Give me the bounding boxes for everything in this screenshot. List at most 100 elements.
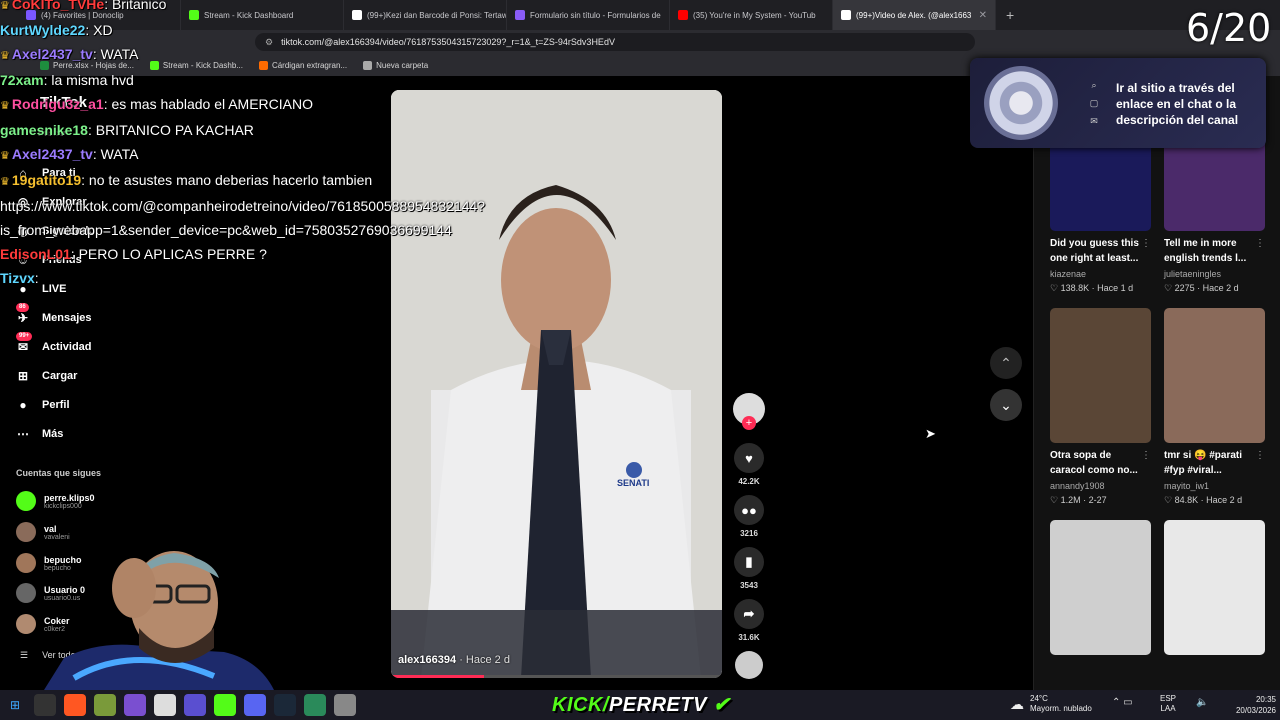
taskbar-app-icon[interactable] xyxy=(64,694,86,716)
feed-desc[interactable]: Otra sopa de xyxy=(1050,448,1151,463)
chat-overlay: ♛ CoKITo_TVHe: Britanico KurtWylde22: XD ♛ A… xyxy=(0,0,560,290)
crown-badge-icon: ♛ xyxy=(0,176,10,188)
upload-icon: ⊞ xyxy=(17,369,29,383)
video-thumbnail[interactable] xyxy=(1050,308,1151,443)
feed-card[interactable]: Otra sopa de caracol como no... annandy1… xyxy=(1050,308,1151,506)
bookmark-button[interactable]: ▮ 3543 xyxy=(733,547,765,590)
feed-age: Hace 1 d xyxy=(1097,283,1134,293)
chat-message: ♛ 19gatito19: no te asustes mano deberias… xyxy=(0,168,560,194)
feed-desc[interactable]: Did you guess this xyxy=(1050,236,1151,251)
more-options-icon[interactable]: ⋮ xyxy=(1141,238,1151,249)
feed-desc-2[interactable]: english trends l... xyxy=(1164,251,1265,266)
feed-author[interactable]: mayito_iw1 xyxy=(1164,481,1265,491)
sidebar-item-label: Cargar xyxy=(42,370,78,382)
video-progress[interactable] xyxy=(391,675,722,678)
chat-text: https://www.tiktok.com/@companheirodetre… xyxy=(0,198,486,214)
avatar xyxy=(16,491,36,511)
feed-stats: ♡ 138.8K · Hace 1 d xyxy=(1050,283,1134,293)
taskbar-app-icon[interactable] xyxy=(34,694,56,716)
sidebar-item-perfil[interactable]: ● Perfil xyxy=(14,396,69,414)
webcam-overlay xyxy=(44,551,274,690)
more-options-icon[interactable]: ⋮ xyxy=(1141,450,1151,461)
feed-card[interactable]: tmr si 😝 #parati #fyp #viral... mayito_i… xyxy=(1164,308,1265,506)
comment-button[interactable]: ●● 3216 xyxy=(733,495,765,538)
sidebar-item-cargar[interactable]: ⊞ Cargar xyxy=(14,367,78,385)
follow-plus-icon[interactable]: + xyxy=(742,416,756,430)
followed-account[interactable]: perre.klips0 kickclips000 xyxy=(16,491,95,511)
share-button[interactable]: ➦ 31.6K xyxy=(733,599,765,642)
chat-text: Britanico xyxy=(111,0,167,12)
chat-text: WATA xyxy=(100,46,139,62)
sidebar-item-m-s[interactable]: ⋯ Más xyxy=(14,425,63,443)
heart-icon: ♥ xyxy=(734,443,764,473)
previous-video-button[interactable]: ⌃ xyxy=(990,347,1022,379)
sidebar-item-actividad[interactable]: ✉ 99+ Actividad xyxy=(14,332,92,356)
browser-tab[interactable]: (99+)Video de Alex. (@alex1663 ✕ xyxy=(833,0,996,30)
weather-widget[interactable]: ☁ 24°C Mayorm. nublado xyxy=(1010,694,1092,714)
crown-badge-icon: ♛ xyxy=(0,0,10,12)
feed-age: Hace 2 d xyxy=(1202,283,1239,293)
feed-card[interactable] xyxy=(1050,520,1151,655)
taskbar-app-icon[interactable] xyxy=(184,694,206,716)
chat-colon: : xyxy=(92,46,101,62)
taskbar-app-icon[interactable] xyxy=(244,694,266,716)
promo-side-icons: ⌕ ▢ ✉ xyxy=(1089,80,1099,126)
next-video-button[interactable]: ⌄ xyxy=(990,389,1022,421)
feed-desc[interactable]: Tell me in more xyxy=(1164,236,1265,251)
video-thumbnail[interactable] xyxy=(1050,520,1151,655)
feed-desc[interactable]: tmr si 😝 #parati xyxy=(1164,448,1265,463)
language-indicator[interactable]: ESP LAA xyxy=(1160,694,1176,714)
feed-desc-2[interactable]: caracol como no... xyxy=(1050,463,1151,478)
browser-tab[interactable]: (35) You're in My System - YouTub xyxy=(670,0,833,30)
video-thumbnail[interactable] xyxy=(1164,308,1265,443)
music-disc-icon[interactable] xyxy=(735,651,763,679)
mouse-cursor-icon: ➤ xyxy=(925,426,936,441)
system-clock[interactable]: 20:35 20/03/2026 xyxy=(1228,694,1276,716)
chat-colon: : xyxy=(92,146,101,162)
layout-label: LAA xyxy=(1160,704,1176,713)
feed-card[interactable] xyxy=(1164,520,1265,655)
tab-favicon-icon xyxy=(678,10,688,20)
windows-start-icon[interactable]: ⊞ xyxy=(4,694,26,716)
crown-badge-icon: ♛ xyxy=(0,50,10,62)
volume-icon[interactable]: 🔈 xyxy=(1196,697,1208,708)
taskbar-app-icon[interactable] xyxy=(304,694,326,716)
chat-username: Axel2437_tv xyxy=(11,46,93,62)
chat-username: Rodrigu3z_a1 xyxy=(11,96,104,112)
feed-author[interactable]: kiazenae xyxy=(1050,269,1151,279)
heart-button[interactable]: ♥ 42.2K xyxy=(733,443,765,486)
feed-desc-2[interactable]: #fyp #viral... xyxy=(1164,463,1265,478)
feed-desc-2[interactable]: one right at least... xyxy=(1050,251,1151,266)
taskbar-app-icon[interactable] xyxy=(154,694,176,716)
verified-icon: ✔ xyxy=(712,694,731,716)
tray-icons[interactable]: ⌃ ▭ xyxy=(1112,697,1133,708)
more-options-icon[interactable]: ⋮ xyxy=(1255,450,1265,461)
followed-account[interactable]: val vavaleni xyxy=(16,522,70,542)
chat-text: no te asustes mano deberias hacerlo tamb… xyxy=(88,172,373,188)
taskbar-app-icon[interactable] xyxy=(94,694,116,716)
sidebar-item-mensajes[interactable]: ✈ 86 Mensajes xyxy=(14,303,92,327)
taskbar-app-icon[interactable] xyxy=(274,694,296,716)
video-author[interactable]: alex166394 xyxy=(398,654,456,666)
watermark-green: KICK/ xyxy=(552,694,609,716)
chat-text: BRITANICO PA KACHAR xyxy=(95,122,254,138)
feed-author[interactable]: julietaeningles xyxy=(1164,269,1265,279)
chat-username: 19gatito19 xyxy=(11,172,82,188)
shirt-logo-text: SENATI xyxy=(617,478,650,488)
heart-outline-icon: ♡ xyxy=(1050,495,1061,505)
feed-author[interactable]: annandy1908 xyxy=(1050,481,1151,491)
avatar xyxy=(16,553,36,573)
heart-outline-icon: ♡ xyxy=(1050,283,1061,293)
list-icon: ☰ xyxy=(20,650,29,660)
feed-likes: 1.2M xyxy=(1060,495,1081,505)
chat-message: KurtWylde22: XD xyxy=(0,18,560,42)
taskbar-app-icon[interactable] xyxy=(334,694,356,716)
chat-colon: : xyxy=(34,270,39,286)
video-thumbnail[interactable] xyxy=(1164,520,1265,655)
more-options-icon[interactable]: ⋮ xyxy=(1255,238,1265,249)
taskbar-app-icon[interactable] xyxy=(124,694,146,716)
avatar xyxy=(16,583,36,603)
new-tab-button[interactable]: + xyxy=(996,7,1024,23)
close-tab-icon[interactable]: ✕ xyxy=(979,10,987,21)
taskbar-app-icon[interactable] xyxy=(214,694,236,716)
